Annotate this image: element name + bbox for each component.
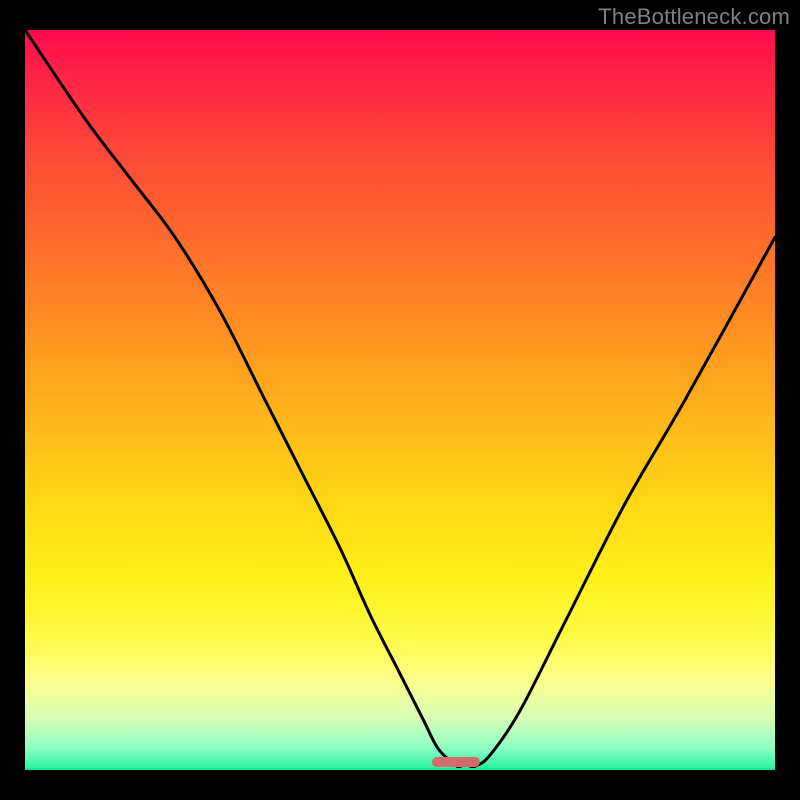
watermark-text: TheBottleneck.com <box>598 4 790 30</box>
optimum-marker <box>432 757 479 767</box>
curve-svg <box>25 30 775 770</box>
plot-area <box>25 30 775 770</box>
bottleneck-curve <box>25 30 775 770</box>
baseline <box>25 768 775 770</box>
chart-frame: TheBottleneck.com <box>0 0 800 800</box>
